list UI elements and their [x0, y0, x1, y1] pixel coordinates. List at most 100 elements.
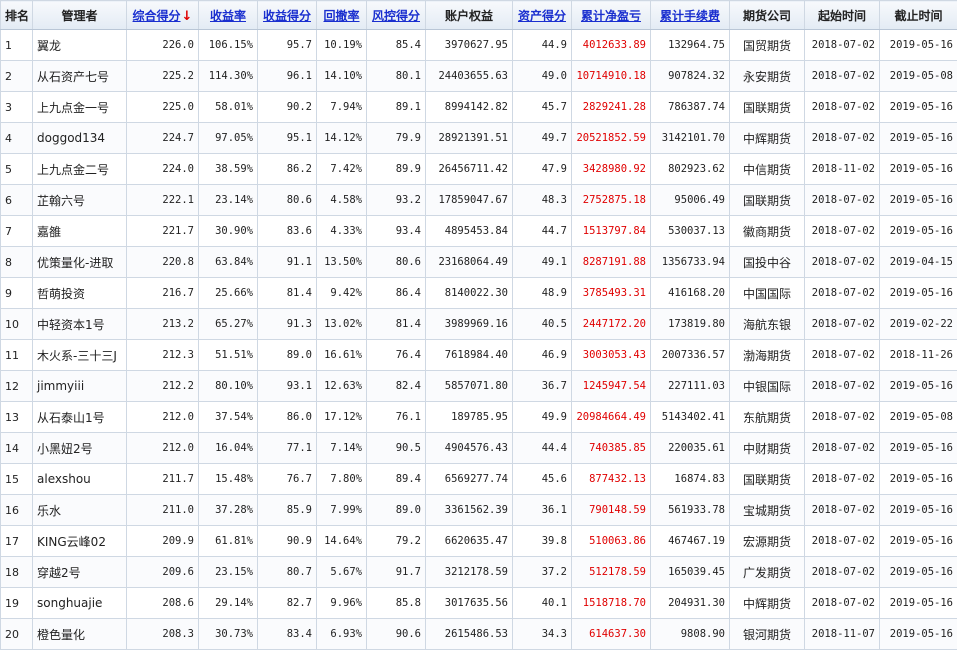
- manager-link[interactable]: doggod134: [37, 131, 105, 145]
- rank-cell: 15: [1, 464, 33, 495]
- return-score-cell: 93.1: [258, 371, 317, 402]
- rank-cell: 10: [1, 309, 33, 340]
- manager-link[interactable]: 上九点金一号: [37, 101, 109, 115]
- manager-cell: KING云峰02: [33, 526, 127, 557]
- composite-score-cell: 208.3: [127, 619, 199, 650]
- cum-pnl-cell: 614637.30: [572, 619, 651, 650]
- end-date-cell: 2019-05-16: [880, 619, 957, 650]
- risk-score-cell: 86.4: [367, 278, 426, 309]
- rank-cell: 11: [1, 340, 33, 371]
- equity-cell: 28921391.51: [426, 123, 513, 154]
- return-score-cell: 86.0: [258, 402, 317, 433]
- table-row: 2从石资产七号225.2114.30%96.114.10%80.12440365…: [1, 61, 957, 92]
- manager-link[interactable]: 优策量化-进取: [37, 256, 113, 270]
- manager-cell: 芷翰六号: [33, 185, 127, 216]
- return-score-cell: 96.1: [258, 61, 317, 92]
- sort-cum-fee[interactable]: 累计手续费: [651, 1, 730, 30]
- manager-link[interactable]: alexshou: [37, 472, 91, 486]
- manager-link[interactable]: 从石资产七号: [37, 70, 109, 84]
- end-date-cell: 2019-04-15: [880, 247, 957, 278]
- return-rate-cell: 37.54%: [199, 402, 258, 433]
- end-date-cell: 2019-05-16: [880, 92, 957, 123]
- manager-link[interactable]: 中轻资本1号: [37, 318, 105, 332]
- rank-cell: 18: [1, 557, 33, 588]
- table-row: 10中轻资本1号213.265.27%91.313.02%81.43989969…: [1, 309, 957, 340]
- equity-cell: 3017635.56: [426, 588, 513, 619]
- cum-fee-cell: 204931.30: [651, 588, 730, 619]
- asset-score-cell: 49.1: [513, 247, 572, 278]
- start-date-cell: 2018-11-02: [805, 154, 880, 185]
- table-row: 9哲萌投资216.725.66%81.49.42%86.48140022.304…: [1, 278, 957, 309]
- sort-drawdown[interactable]: 回撤率: [317, 1, 367, 30]
- manager-link[interactable]: 芷翰六号: [37, 194, 85, 208]
- asset-score-cell: 40.5: [513, 309, 572, 340]
- end-date-cell: 2019-05-16: [880, 123, 957, 154]
- drawdown-cell: 7.14%: [317, 433, 367, 464]
- rank-cell: 4: [1, 123, 33, 154]
- table-row: 6芷翰六号222.123.14%80.64.58%93.217859047.67…: [1, 185, 957, 216]
- cum-pnl-cell: 1513797.84: [572, 216, 651, 247]
- broker-cell: 中银国际: [730, 371, 805, 402]
- manager-link[interactable]: 小黑妞2号: [37, 442, 93, 456]
- cum-fee-cell: 9808.90: [651, 619, 730, 650]
- start-date-cell: 2018-07-02: [805, 92, 880, 123]
- manager-link[interactable]: 哲萌投资: [37, 287, 85, 301]
- manager-link[interactable]: KING云峰02: [37, 535, 106, 549]
- return-rate-cell: 38.59%: [199, 154, 258, 185]
- equity-cell: 3212178.59: [426, 557, 513, 588]
- equity-cell: 8994142.82: [426, 92, 513, 123]
- return-rate-cell: 63.84%: [199, 247, 258, 278]
- start-date-cell: 2018-07-02: [805, 402, 880, 433]
- cum-fee-cell: 786387.74: [651, 92, 730, 123]
- start-date-cell: 2018-11-07: [805, 619, 880, 650]
- broker-cell: 国联期货: [730, 185, 805, 216]
- cum-fee-cell: 1356733.94: [651, 247, 730, 278]
- sort-composite-score[interactable]: 综合得分↓: [127, 1, 199, 30]
- drawdown-cell: 7.94%: [317, 92, 367, 123]
- end-date-cell: 2019-02-22: [880, 309, 957, 340]
- cum-pnl-cell: 510063.86: [572, 526, 651, 557]
- manager-cell: 从石资产七号: [33, 61, 127, 92]
- sort-return-rate[interactable]: 收益率: [199, 1, 258, 30]
- return-rate-cell: 37.28%: [199, 495, 258, 526]
- rank-cell: 20: [1, 619, 33, 650]
- rank-cell: 7: [1, 216, 33, 247]
- manager-link[interactable]: 木火系-三十三J: [37, 349, 117, 363]
- header-end: 截止时间: [880, 1, 957, 30]
- equity-cell: 8140022.30: [426, 278, 513, 309]
- broker-cell: 徽商期货: [730, 216, 805, 247]
- broker-cell: 中辉期货: [730, 588, 805, 619]
- risk-score-cell: 81.4: [367, 309, 426, 340]
- table-row: 14小黑妞2号212.016.04%77.17.14%90.54904576.4…: [1, 433, 957, 464]
- drawdown-cell: 10.19%: [317, 30, 367, 61]
- manager-link[interactable]: 乐水: [37, 504, 61, 518]
- equity-cell: 4904576.43: [426, 433, 513, 464]
- sort-risk-score[interactable]: 风控得分: [367, 1, 426, 30]
- risk-score-cell: 79.9: [367, 123, 426, 154]
- manager-link[interactable]: 橙色量化: [37, 628, 85, 642]
- sort-return-score[interactable]: 收益得分: [258, 1, 317, 30]
- cum-pnl-cell: 512178.59: [572, 557, 651, 588]
- header-start: 起始时间: [805, 1, 880, 30]
- manager-link[interactable]: 嘉雒: [37, 225, 61, 239]
- table-row: 16乐水211.037.28%85.97.99%89.03361562.3936…: [1, 495, 957, 526]
- cum-pnl-cell: 1518718.70: [572, 588, 651, 619]
- return-rate-cell: 58.01%: [199, 92, 258, 123]
- drawdown-cell: 6.93%: [317, 619, 367, 650]
- sort-asset-score[interactable]: 资产得分: [513, 1, 572, 30]
- manager-link[interactable]: 穿越2号: [37, 566, 81, 580]
- equity-cell: 7618984.40: [426, 340, 513, 371]
- manager-link[interactable]: jimmyiii: [37, 379, 84, 393]
- manager-link[interactable]: 翼龙: [37, 39, 61, 53]
- cum-pnl-cell: 3428980.92: [572, 154, 651, 185]
- rank-cell: 3: [1, 92, 33, 123]
- end-date-cell: 2019-05-16: [880, 557, 957, 588]
- end-date-cell: 2019-05-16: [880, 278, 957, 309]
- manager-link[interactable]: 上九点金二号: [37, 163, 109, 177]
- cum-fee-cell: 561933.78: [651, 495, 730, 526]
- manager-link[interactable]: songhuajie: [37, 596, 102, 610]
- manager-link[interactable]: 从石泰山1号: [37, 411, 105, 425]
- end-date-cell: 2019-05-16: [880, 526, 957, 557]
- sort-cum-pnl[interactable]: 累计净盈亏: [572, 1, 651, 30]
- cum-fee-cell: 2007336.57: [651, 340, 730, 371]
